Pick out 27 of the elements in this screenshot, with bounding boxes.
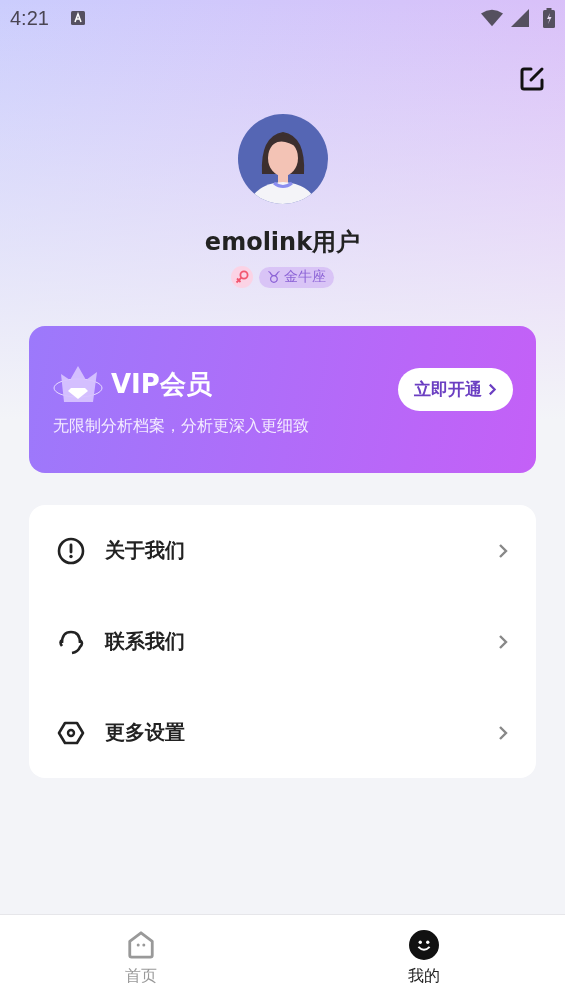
- menu-label: 更多设置: [105, 719, 186, 746]
- zodiac-tag: ♉ 金牛座: [258, 266, 335, 288]
- chevron-icon: [498, 542, 508, 559]
- home-icon: [126, 930, 157, 960]
- status-time: 4:21: [10, 6, 49, 30]
- activate-button[interactable]: 立即开通: [398, 368, 513, 411]
- menu-item[interactable]: 联系我们: [29, 596, 536, 687]
- menu-item[interactable]: 更多设置: [29, 687, 536, 778]
- smiley-icon: [408, 930, 439, 960]
- vip-card[interactable]: VIP会员 无限制分析档案，分析更深入更细致 立即开通: [29, 326, 536, 473]
- edit-icon[interactable]: [519, 66, 545, 92]
- nav-tab[interactable]: 我的: [282, 915, 565, 1002]
- female-symbol-icon: [230, 266, 253, 288]
- chevron-icon: [498, 633, 508, 650]
- vip-title: VIP会员: [111, 367, 212, 401]
- menu-item[interactable]: 关于我们: [29, 505, 536, 596]
- battery-icon: [543, 8, 555, 28]
- chevron-icon: [498, 724, 508, 741]
- menu-label: 关于我们: [105, 537, 186, 564]
- menu-label: 联系我们: [105, 628, 186, 655]
- user-name: emolink用户: [204, 227, 361, 258]
- vip-subtitle: 无限制分析档案，分析更深入更细致: [53, 416, 309, 437]
- keyboard-icon: [70, 11, 85, 25]
- signal-icon: [509, 9, 531, 27]
- chevron-icon: [488, 383, 497, 396]
- info-icon: [57, 536, 85, 565]
- wifi-icon: [481, 9, 503, 27]
